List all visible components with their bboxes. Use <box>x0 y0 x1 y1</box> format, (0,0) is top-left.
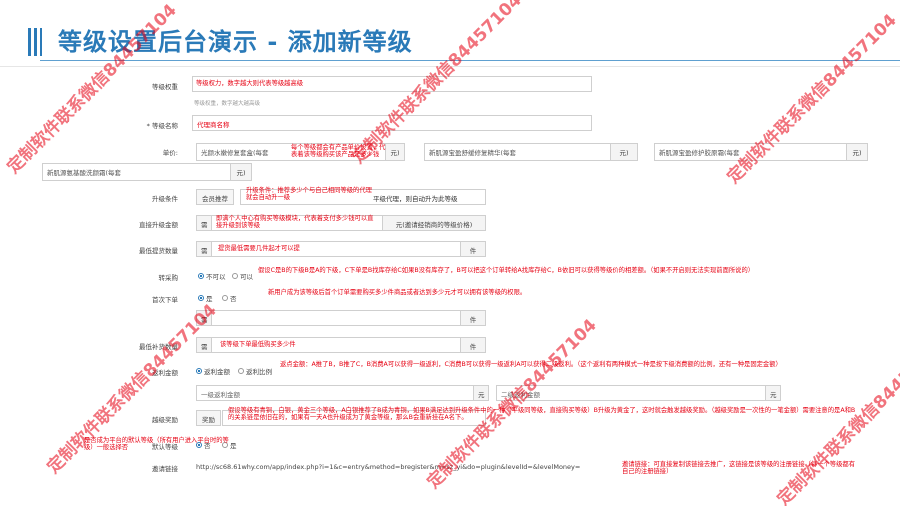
default-note-text: 是否成为平台的默认等级（所有用户进入平台时的等级）一般选择否 <box>84 437 229 452</box>
weight-note: 等级权力，数字越大则代表等级越高级 <box>196 80 304 87</box>
price-input-2[interactable]: 新肌源宝盈舒缓修复精华(每套 <box>424 143 616 161</box>
direct-upgrade-label: 直接升级金额 <box>139 221 178 229</box>
first-order-no[interactable]: 否 <box>222 293 237 303</box>
rebate-ratio-label: 返利比例 <box>246 368 272 376</box>
skip-bonus-label: 越级奖励 <box>152 416 178 424</box>
first-qty-input[interactable] <box>211 310 461 326</box>
price-unit-1: 元) <box>385 143 405 161</box>
member-referral-button[interactable]: 会员推荐 <box>196 189 234 205</box>
rebate-level1-input[interactable]: 一级返利金额 <box>196 385 474 401</box>
bonus-note: 假设等级有青铜，白银，黄金三个等级，A白银推荐了B成为青铜，如果B满足达到升级条… <box>228 407 860 421</box>
transfer-option-no[interactable]: 不可以 <box>198 271 226 281</box>
price-label: 单价: <box>162 149 178 157</box>
transfer-option-no-label: 不可以 <box>206 273 226 281</box>
bonus-button[interactable]: 奖励 <box>196 410 221 426</box>
direct-prefix: 需 <box>196 215 212 231</box>
rebate-level1-unit: 元 <box>473 385 489 401</box>
price-input-4[interactable]: 新肌源氨基酸洗颜霜(每套 <box>42 163 234 181</box>
first-order-label: 首次下单 <box>152 296 178 304</box>
min-refill-prefix: 需 <box>196 337 212 353</box>
upgrade-suffix: 平级代理，则自动升为此等级 <box>373 195 458 203</box>
rebate-note-text: 返点金额：A推了B，B推了C，B消费A可以获得一级返利，C消费B可以获得一级返利… <box>280 361 782 368</box>
rebate-note: 返点金额：A推了B，B推了C，B消费A可以获得一级返利，C消费B可以获得一级返利… <box>280 361 858 368</box>
rebate-ratio-option[interactable]: 返利比例 <box>238 366 272 376</box>
default-note: 是否成为平台的默认等级（所有用户进入平台时的等级）一般选择否 <box>84 437 234 451</box>
price-input-4-placeholder: 新肌源氨基酸洗颜霜(每套 <box>47 169 122 177</box>
min-pickup-note: 提货最低需要几件起才可以提 <box>218 245 300 252</box>
radio-icon <box>232 273 238 279</box>
price-unit-2: 元) <box>610 143 638 161</box>
price-unit-4: 元) <box>230 163 252 181</box>
title-decoration <box>28 28 31 56</box>
rebate-level1-placeholder: 一级返利金额 <box>201 391 240 399</box>
transfer-option-yes[interactable]: 可以 <box>232 271 253 281</box>
radio-icon <box>222 295 228 301</box>
name-label: * 等级名称 <box>146 122 178 130</box>
min-pickup-label: 最低提货数量 <box>139 247 178 255</box>
price-input-3-placeholder: 新肌源宝盈修护胶原霜(每套 <box>659 149 740 157</box>
transfer-note: 假设C是B的下级B是A的下级，C下单是B找库存给C如果B没有库存了，B可以把这个… <box>258 267 755 274</box>
radio-selected-icon <box>198 273 204 279</box>
rebate-amount-option[interactable]: 返利金额 <box>196 366 230 376</box>
radio-icon <box>238 368 244 374</box>
first-order-note: 新用户成为该等级后首个订单需要购买多少件商品或者达到多少元才可以拥有该等级的权限… <box>268 289 527 296</box>
min-pickup-suffix: 件 <box>460 241 486 257</box>
min-refill-note: 该等级下单最低购买多少件 <box>220 341 296 348</box>
upgrade-note-text: 升级条件：推荐多少个与自己相同等级的代理就会自动升一级 <box>246 187 372 202</box>
rebate-level2-unit: 元 <box>765 385 781 401</box>
name-value: 代理商名称 <box>197 121 230 129</box>
title-decoration <box>40 28 42 56</box>
price-input-1-placeholder: 光颜水嫩修复套盒(每套 <box>201 149 269 157</box>
upgrade-label: 升级条件 <box>152 195 178 203</box>
direct-suffix: 元(邀请经销商的等级价格) <box>382 215 486 231</box>
transfer-label: 转采购 <box>158 274 179 282</box>
min-refill-suffix: 件 <box>460 337 486 353</box>
first-order-no-label: 否 <box>230 295 237 303</box>
price-unit-3: 元) <box>846 143 868 161</box>
weight-hint: 等级权重，数字越大越高级 <box>194 101 261 107</box>
weight-label: 等级权重 <box>152 83 178 91</box>
bonus-note-text: 假设等级有青铜，白银，黄金三个等级，A白银推荐了B成为青铜，如果B满足达到升级条… <box>228 407 856 422</box>
transfer-option-yes-label: 可以 <box>240 273 253 281</box>
invite-link-label: 邀请链接 <box>152 465 178 473</box>
rebate-amount-label: 返利金额 <box>204 368 230 376</box>
title-decoration <box>34 28 37 56</box>
price-input-2-placeholder: 新肌源宝盈舒缓修复精华(每套 <box>429 149 517 157</box>
upgrade-note: 升级条件：推荐多少个与自己相同等级的代理就会自动升一级 <box>246 187 378 201</box>
invite-link-url[interactable]: http://sc68.61why.com/app/index.php?i=1&… <box>196 463 580 471</box>
min-pickup-prefix: 需 <box>196 241 212 257</box>
radio-selected-icon <box>196 368 202 374</box>
first-qty-suffix: 件 <box>460 310 486 326</box>
direct-note-text: 即满个人中心有购买等级模块，代表着支付多少钱可以直接升级到该等级 <box>216 215 374 230</box>
direct-note: 即满个人中心有购买等级模块，代表着支付多少钱可以直接升级到该等级 <box>216 215 378 229</box>
